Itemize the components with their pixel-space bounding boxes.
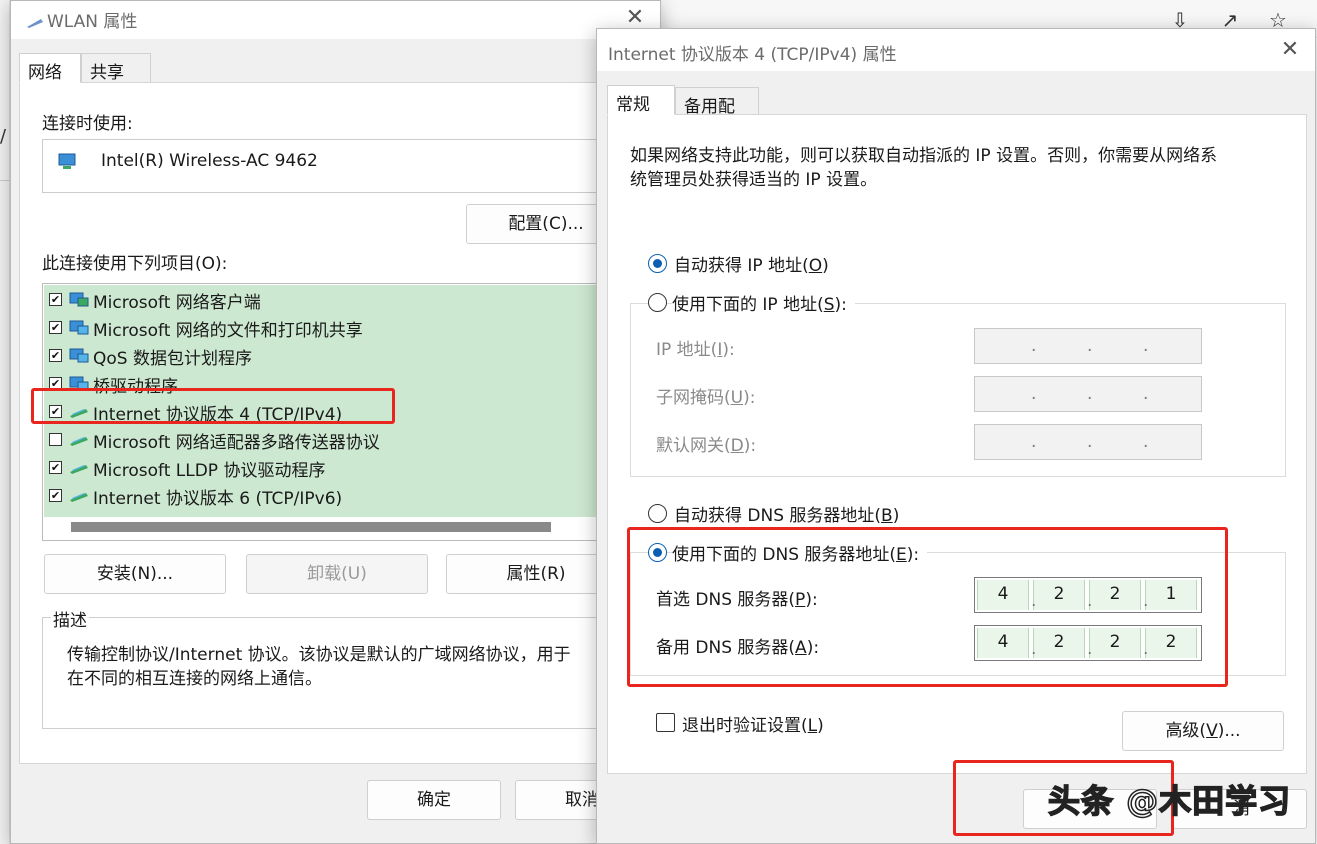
intro-line-2: 统管理员处获得适当的 IP 设置。: [630, 165, 877, 190]
gateway-field: ...: [974, 424, 1202, 460]
tab-sharing[interactable]: 共享: [81, 53, 151, 83]
manual-ip-label: 使用下面的 IP 地址(S):: [672, 290, 855, 315]
ipv4-titlebar: Internet 协议版本 4 (TCP/IPv4) 属性 ✕: [597, 29, 1315, 71]
background-window-edge: /: [0, 0, 10, 844]
install-button[interactable]: 安装(N)...: [44, 554, 226, 594]
item-label: QoS 数据包计划程序: [93, 344, 252, 369]
validate-on-exit-checkbox[interactable]: [656, 713, 675, 732]
validate-on-exit-label: 退出时验证设置(L): [682, 711, 824, 736]
connect-using-label: 连接时使用:: [42, 109, 133, 134]
items-label: 此连接使用下列项目(O):: [42, 249, 227, 274]
item-checkbox[interactable]: ✔: [49, 461, 62, 474]
protocol-icon: [69, 431, 89, 447]
item-checkbox[interactable]: [49, 433, 62, 446]
uninstall-button: 卸载(U): [246, 554, 428, 594]
description-line-1: 传输控制协议/Internet 协议。该协议是默认的广域网络协议，用于: [67, 640, 571, 665]
auto-dns-label: 自动获得 DNS 服务器地址(B): [674, 501, 899, 526]
intro-line-1: 如果网络支持此功能，则可以获取自动指派的 IP 设置。否则，你需要从网络系: [630, 141, 1217, 166]
auto-ip-radio[interactable]: [648, 254, 667, 273]
auto-ip-label: 自动获得 IP 地址(O): [674, 251, 829, 276]
item-checkbox[interactable]: ✔: [49, 321, 62, 334]
subnet-mask-field: ...: [974, 376, 1202, 412]
item-checkbox[interactable]: ✔: [49, 489, 62, 502]
item-checkbox[interactable]: ✔: [49, 293, 62, 306]
protocol-icon: [69, 459, 89, 475]
watermark: 头条 @木田学习: [1048, 776, 1291, 822]
highlight-ipv4-row: [31, 388, 395, 424]
item-label: Microsoft LLDP 协议驱动程序: [93, 456, 325, 481]
background-cursor-mark: /: [0, 126, 6, 147]
ip-address-label: IP 地址(I):: [656, 335, 735, 360]
tab-general[interactable]: 常规: [607, 85, 675, 115]
item-label: Internet 协议版本 6 (TCP/IPv6): [93, 484, 342, 509]
manual-ip-radio[interactable]: [648, 293, 667, 312]
item-checkbox[interactable]: ✔: [49, 349, 62, 362]
item-label: Microsoft 网络客户端: [93, 288, 261, 313]
ip-address-field: ...: [974, 328, 1202, 364]
ipv4-title: Internet 协议版本 4 (TCP/IPv4) 属性: [608, 40, 897, 65]
network-adapter-icon: [25, 15, 45, 29]
horizontal-scrollbar[interactable]: [71, 522, 551, 532]
item-label: Microsoft 网络的文件和打印机共享: [93, 316, 363, 341]
tab-network[interactable]: 网络: [19, 53, 81, 83]
ipv4-close-button[interactable]: ✕: [1277, 37, 1303, 63]
adapter-name: Intel(R) Wireless-AC 9462: [101, 151, 318, 171]
qos-icon: [69, 347, 89, 363]
wlan-title: WLAN 属性: [47, 7, 137, 32]
description-group: 描述 传输控制协议/Internet 协议。该协议是默认的广域网络协议，用于 在…: [42, 617, 612, 729]
ipv4-properties-dialog: Internet 协议版本 4 (TCP/IPv4) 属性 ✕ 常规 备用配置 …: [596, 28, 1316, 844]
highlight-dns-section: [627, 527, 1228, 687]
ok-button[interactable]: 确定: [367, 780, 501, 820]
network-client-icon: [69, 291, 89, 307]
background-divider: [0, 180, 10, 181]
tab-alternate-config[interactable]: 备用配置: [675, 87, 759, 117]
wlan-titlebar: WLAN 属性 ✕: [11, 1, 660, 39]
gateway-label: 默认网关(D):: [656, 431, 756, 456]
adapter-monitor-icon: [57, 152, 79, 172]
item-label: Microsoft 网络适配器多路传送器协议: [93, 428, 380, 453]
advanced-button[interactable]: 高级(V)...: [1122, 711, 1284, 751]
protocol-icon: [69, 487, 89, 503]
subnet-mask-label: 子网掩码(U):: [656, 383, 755, 408]
description-title: 描述: [51, 606, 89, 631]
adapter-box: Intel(R) Wireless-AC 9462: [42, 139, 612, 193]
auto-dns-radio[interactable]: [648, 504, 667, 523]
description-line-2: 在不同的相互连接的网络上通信。: [67, 664, 322, 689]
file-sharing-icon: [69, 319, 89, 335]
